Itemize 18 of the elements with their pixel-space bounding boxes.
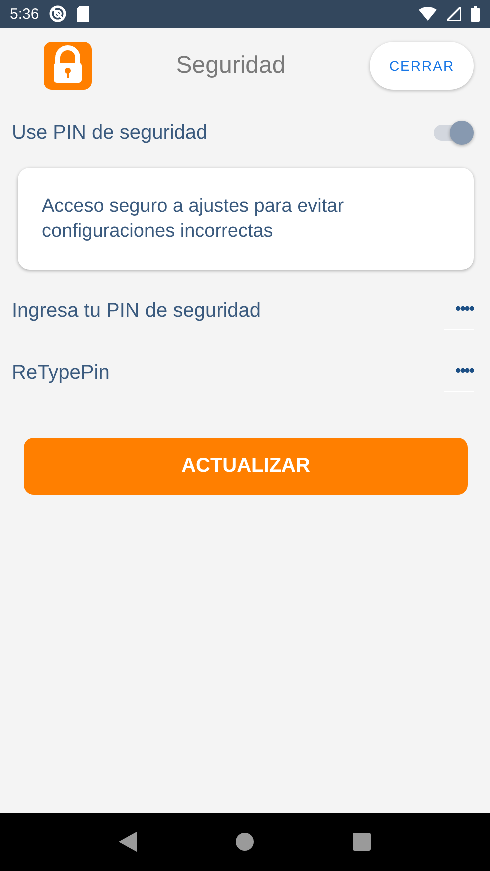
home-icon[interactable]: [236, 833, 254, 851]
info-card: Acceso seguro a ajustes para evitar configuraciones incorrectas: [18, 168, 474, 270]
battery-icon: [471, 6, 480, 22]
status-time: 5:36: [10, 6, 40, 22]
screen-title: Seguridad: [175, 52, 287, 80]
lock-icon: [44, 42, 92, 90]
pin-field[interactable]: ••••: [444, 292, 474, 330]
pin-toggle-label: Use PIN de seguridad: [12, 122, 209, 144]
close-button[interactable]: CERRAR: [370, 42, 474, 90]
sd-card-icon: [77, 6, 90, 22]
wifi-icon: [419, 7, 437, 21]
do-not-disturb-icon: [49, 5, 68, 23]
back-icon[interactable]: [119, 832, 138, 852]
pin-field[interactable]: ••••: [444, 354, 474, 392]
recents-icon[interactable]: [352, 833, 371, 851]
field-label: Ingresa tu PIN de seguridad: [12, 300, 262, 322]
signal-icon: [447, 7, 461, 21]
field-label: ReTypePin: [12, 362, 111, 384]
